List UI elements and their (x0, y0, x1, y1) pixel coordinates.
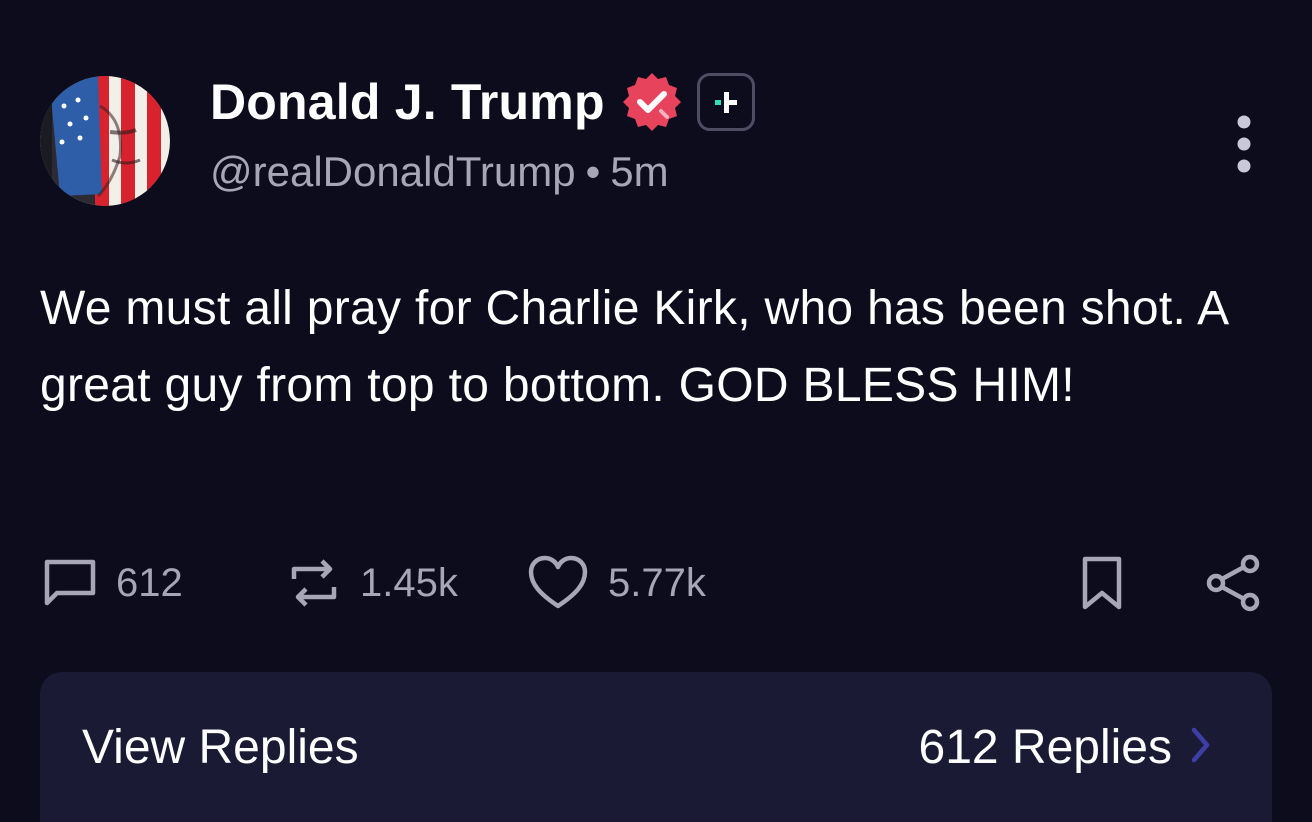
like-count: 5.77k (608, 560, 706, 605)
author-meta: @realDonaldTrump • 5m (210, 148, 669, 196)
post-timestamp[interactable]: 5m (610, 148, 668, 195)
reply-count: 612 (116, 560, 183, 605)
author-display-name[interactable]: Donald J. Trump (210, 73, 605, 131)
bookmark-icon (1076, 553, 1128, 613)
replies-count-group: 612 Replies (919, 720, 1213, 775)
repost-icon (286, 555, 342, 611)
heart-icon (526, 554, 590, 612)
like-button[interactable]: 5.77k (526, 548, 706, 618)
more-vertical-icon[interactable] (1234, 114, 1254, 174)
replies-count: 612 Replies (918, 721, 1173, 774)
repost-button[interactable]: 1.45k (286, 548, 458, 618)
meta-separator: • (585, 148, 601, 195)
plus-badge-icon[interactable] (696, 73, 755, 131)
verified-badge-icon (621, 71, 683, 133)
comment-icon (42, 557, 98, 609)
reply-button[interactable]: 612 (42, 548, 183, 618)
post-actions: 612 1.45k 5.77k (40, 548, 1264, 618)
repost-count: 1.45k (360, 560, 458, 605)
post-body: We must all pray for Charlie Kirk, who h… (40, 282, 1227, 412)
chevron-right-icon (1190, 726, 1212, 769)
post-card: Donald J. Trump @realDonaldTrump • 5m We… (0, 0, 1312, 822)
share-button[interactable] (1204, 548, 1264, 618)
view-replies-label: View Replies (82, 721, 359, 774)
author-handle[interactable]: @realDonaldTrump (210, 148, 576, 195)
avatar[interactable] (40, 76, 170, 206)
view-replies-bar[interactable]: View Replies 612 Replies (40, 672, 1272, 822)
author-name-row: Donald J. Trump (210, 70, 755, 134)
share-icon (1204, 553, 1264, 613)
bookmark-button[interactable] (1076, 548, 1128, 618)
post-header: Donald J. Trump @realDonaldTrump • 5m (40, 70, 1272, 210)
